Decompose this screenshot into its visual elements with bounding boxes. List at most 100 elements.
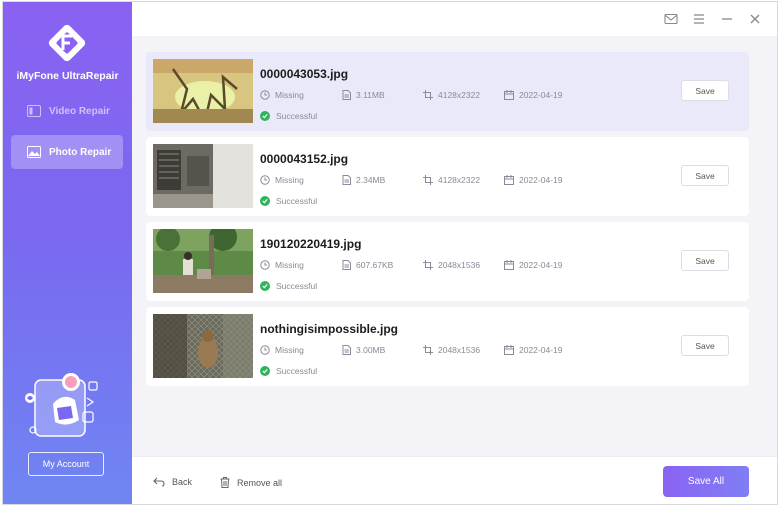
- file-size: 3.11MB: [356, 90, 385, 100]
- file-row[interactable]: 0000043053.jpg Missing 3.11MB 4128x2322 …: [146, 52, 749, 131]
- file-name: 0000043053.jpg: [260, 67, 349, 81]
- resolution-info: 2048x1536: [423, 260, 480, 270]
- resolution-info: 4128x2322: [423, 175, 480, 185]
- file-date: 2022-04-19: [519, 90, 563, 100]
- status-label: Successful: [276, 196, 318, 206]
- title-bar: [132, 2, 777, 36]
- file-thumbnail: [153, 314, 253, 378]
- crop-icon: [423, 260, 433, 270]
- file-thumbnail: [153, 229, 253, 293]
- status-label: Successful: [276, 111, 318, 121]
- close-icon[interactable]: [748, 12, 762, 26]
- remove-all-label: Remove all: [237, 477, 283, 488]
- file-size: 2.34MB: [356, 175, 386, 185]
- clock-icon: [260, 90, 270, 100]
- file-icon: [342, 90, 351, 100]
- sidebar-item-photo-repair[interactable]: Photo Repair: [11, 135, 123, 169]
- back-button[interactable]: Back: [153, 477, 192, 487]
- file-row[interactable]: nothingisimpossible.jpg Missing 3.00MB 2…: [146, 307, 749, 386]
- size-info: 3.00MB: [342, 345, 385, 355]
- calendar-icon: [504, 175, 514, 185]
- photo-icon: [27, 146, 41, 158]
- menu-icon[interactable]: [692, 12, 706, 26]
- save-all-button[interactable]: Save All: [663, 466, 749, 497]
- date-info: 2022-04-19: [504, 175, 562, 185]
- status-info: Successful: [260, 366, 317, 376]
- file-name: 0000043152.jpg: [260, 152, 349, 166]
- file-size: 3.00MB: [356, 345, 386, 355]
- file-size: 607.67KB: [356, 260, 394, 270]
- clock-icon: [260, 260, 270, 270]
- file-resolution: 4128x2322: [438, 175, 481, 185]
- file-date: 2022-04-19: [519, 175, 563, 185]
- success-check-icon: [260, 196, 270, 206]
- file-row[interactable]: 0000043152.jpg Missing 2.34MB 4128x2322 …: [146, 137, 749, 216]
- footer-bar: Back Remove all Save All: [132, 456, 777, 504]
- save-button[interactable]: Save: [681, 80, 729, 101]
- success-check-icon: [260, 366, 270, 376]
- status-info: Successful: [260, 196, 317, 206]
- missing-info: Missing: [260, 175, 304, 185]
- calendar-icon: [504, 260, 514, 270]
- success-check-icon: [260, 281, 270, 291]
- missing-label: Missing: [275, 345, 304, 355]
- resolution-info: 2048x1536: [423, 345, 480, 355]
- back-label: Back: [172, 477, 193, 487]
- status-label: Successful: [276, 366, 318, 376]
- save-button[interactable]: Save: [681, 335, 729, 356]
- sidebar-item-video-repair[interactable]: Video Repair: [11, 94, 123, 128]
- missing-label: Missing: [275, 90, 304, 100]
- missing-label: Missing: [275, 175, 304, 185]
- size-info: 607.67KB: [342, 260, 393, 270]
- trash-icon: [220, 477, 230, 488]
- missing-info: Missing: [260, 260, 304, 270]
- clock-icon: [260, 175, 270, 185]
- file-thumbnail: [153, 59, 253, 123]
- calendar-icon: [504, 90, 514, 100]
- file-resolution: 4128x2322: [438, 90, 481, 100]
- file-date: 2022-04-19: [519, 260, 563, 270]
- date-info: 2022-04-19: [504, 90, 562, 100]
- crop-icon: [423, 345, 433, 355]
- crop-icon: [423, 175, 433, 185]
- file-list: 0000043053.jpg Missing 3.11MB 4128x2322 …: [132, 36, 777, 456]
- file-row[interactable]: 190120220419.jpg Missing 607.67KB 2048x1…: [146, 222, 749, 301]
- calendar-icon: [504, 345, 514, 355]
- file-icon: [342, 260, 351, 270]
- file-name: nothingisimpossible.jpg: [260, 322, 398, 336]
- sidebar-item-label: Video Repair: [49, 105, 110, 117]
- file-name: 190120220419.jpg: [260, 237, 362, 251]
- app-name: iMyFone UltraRepair: [16, 70, 119, 82]
- file-date: 2022-04-19: [519, 345, 563, 355]
- video-icon: [27, 105, 41, 117]
- crop-icon: [423, 90, 433, 100]
- app-logo-icon: [48, 24, 86, 62]
- my-account-button[interactable]: My Account: [28, 452, 104, 476]
- missing-info: Missing: [260, 345, 304, 355]
- missing-info: Missing: [260, 90, 304, 100]
- back-arrow-icon: [153, 477, 165, 487]
- sidebar: iMyFone UltraRepair Video Repair Photo R…: [3, 2, 132, 504]
- file-resolution: 2048x1536: [438, 345, 481, 355]
- file-thumbnail: [153, 144, 253, 208]
- status-label: Successful: [276, 281, 318, 291]
- date-info: 2022-04-19: [504, 345, 562, 355]
- minimize-icon[interactable]: [720, 12, 734, 26]
- sidebar-item-label: Photo Repair: [49, 146, 112, 158]
- file-resolution: 2048x1536: [438, 260, 481, 270]
- clock-icon: [260, 345, 270, 355]
- status-info: Successful: [260, 281, 317, 291]
- remove-all-button[interactable]: Remove all: [220, 477, 282, 488]
- mail-icon[interactable]: [664, 12, 678, 26]
- success-check-icon: [260, 111, 270, 121]
- date-info: 2022-04-19: [504, 260, 562, 270]
- size-info: 3.11MB: [342, 90, 385, 100]
- save-button[interactable]: Save: [681, 165, 729, 186]
- size-info: 2.34MB: [342, 175, 385, 185]
- save-button[interactable]: Save: [681, 250, 729, 271]
- sidebar-illustration: [25, 373, 98, 437]
- resolution-info: 4128x2322: [423, 90, 480, 100]
- file-icon: [342, 175, 351, 185]
- app-window: iMyFone UltraRepair Video Repair Photo R…: [2, 1, 778, 505]
- missing-label: Missing: [275, 260, 304, 270]
